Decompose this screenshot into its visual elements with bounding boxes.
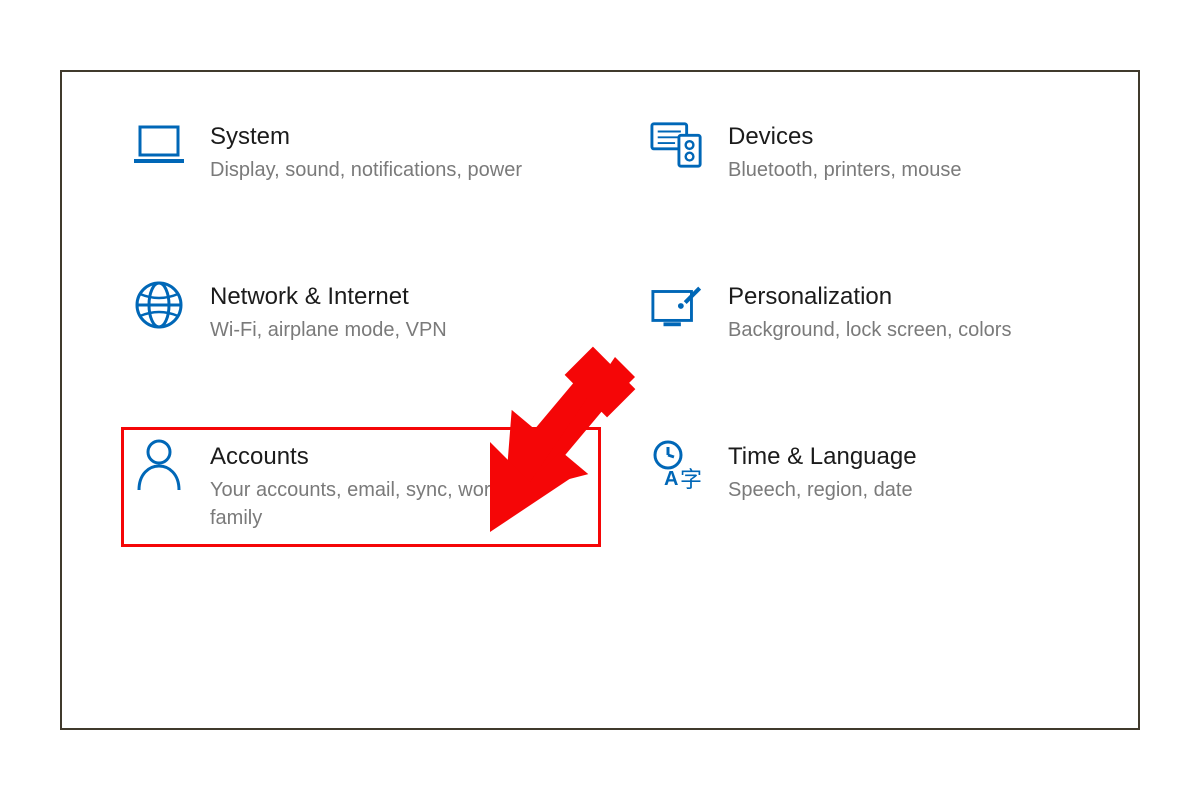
person-icon bbox=[132, 438, 186, 492]
svg-text:A: A bbox=[664, 468, 678, 490]
personalization-icon bbox=[650, 278, 704, 332]
tile-text: System Display, sound, notifications, po… bbox=[210, 118, 522, 184]
tile-title: Devices bbox=[728, 122, 961, 152]
tile-devices[interactable]: Devices Bluetooth, printers, mouse bbox=[640, 108, 1118, 198]
tile-title: Time & Language bbox=[728, 442, 917, 472]
tile-title: System bbox=[210, 122, 522, 152]
globe-icon bbox=[132, 278, 186, 332]
tile-subtitle: Wi-Fi, airplane mode, VPN bbox=[210, 316, 447, 344]
settings-panel: System Display, sound, notifications, po… bbox=[60, 70, 1140, 730]
settings-grid: System Display, sound, notifications, po… bbox=[122, 108, 1118, 546]
tile-text: Personalization Background, lock screen,… bbox=[728, 278, 1011, 344]
svg-text:字: 字 bbox=[680, 467, 702, 491]
tile-system[interactable]: System Display, sound, notifications, po… bbox=[122, 108, 600, 198]
tile-personalization[interactable]: Personalization Background, lock screen,… bbox=[640, 268, 1118, 358]
tile-text: Devices Bluetooth, printers, mouse bbox=[728, 118, 961, 184]
tile-accounts[interactable]: Accounts Your accounts, email, sync, wor… bbox=[122, 428, 600, 546]
tile-subtitle: Your accounts, email, sync, work, family bbox=[210, 476, 530, 532]
tile-title: Accounts bbox=[210, 442, 530, 472]
laptop-icon bbox=[132, 118, 186, 172]
tile-network[interactable]: Network & Internet Wi-Fi, airplane mode,… bbox=[122, 268, 600, 358]
time-language-icon: A 字 bbox=[650, 438, 704, 492]
tile-subtitle: Background, lock screen, colors bbox=[728, 316, 1011, 344]
tile-time-language[interactable]: A 字 Time & Language Speech, region, date bbox=[640, 428, 1118, 546]
tile-subtitle: Speech, region, date bbox=[728, 476, 917, 504]
tile-subtitle: Bluetooth, printers, mouse bbox=[728, 156, 961, 184]
tile-title: Network & Internet bbox=[210, 282, 447, 312]
tile-title: Personalization bbox=[728, 282, 1011, 312]
devices-icon bbox=[650, 118, 704, 172]
tile-text: Accounts Your accounts, email, sync, wor… bbox=[210, 438, 530, 532]
tile-subtitle: Display, sound, notifications, power bbox=[210, 156, 522, 184]
tile-text: Network & Internet Wi-Fi, airplane mode,… bbox=[210, 278, 447, 344]
tile-text: Time & Language Speech, region, date bbox=[728, 438, 917, 504]
